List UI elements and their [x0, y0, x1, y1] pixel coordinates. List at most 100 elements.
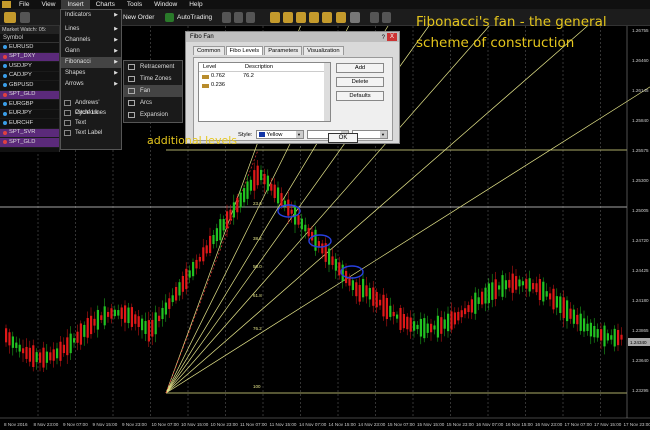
- menu-charts[interactable]: Charts: [90, 0, 121, 9]
- menu-help[interactable]: Help: [183, 0, 208, 9]
- highlight-circles: [277, 204, 364, 279]
- menu-item-fibonacci[interactable]: Fibonacci ▶: [61, 57, 121, 68]
- table-row[interactable]: 0.762 76.2: [199, 72, 330, 81]
- table-row[interactable]: 0.236: [199, 81, 330, 90]
- menu-item-arcs[interactable]: Arcs: [124, 97, 182, 109]
- candle-body: [487, 283, 490, 304]
- candle-body: [419, 318, 422, 337]
- new-order-button[interactable]: New Order: [123, 12, 154, 23]
- time-tick-label: 10 Nov 15:00: [181, 422, 209, 427]
- menu-insert[interactable]: Insert: [61, 0, 90, 9]
- candle-body: [202, 247, 205, 262]
- candle-chart-icon[interactable]: [234, 12, 243, 23]
- menu-item-andrews-pitchfork[interactable]: Andrews' Pitchfork: [61, 98, 121, 116]
- level-marker-icon: [202, 74, 209, 79]
- menu-item-expansion[interactable]: Expansion: [124, 109, 182, 121]
- help-button[interactable]: ?: [382, 33, 385, 43]
- candle-body: [402, 314, 405, 329]
- candle-body: [358, 285, 361, 302]
- candle-body: [117, 310, 120, 316]
- chevron-right-icon: ▶: [114, 70, 118, 76]
- menu-item-cycle-lines[interactable]: Cycle Lines: [61, 108, 121, 118]
- candle-body: [277, 187, 280, 204]
- price-tick-label: 1.24720: [632, 238, 649, 243]
- text-label-icon: [64, 130, 71, 136]
- candle-body: [579, 313, 582, 331]
- candle-body: [328, 248, 331, 265]
- defaults-button[interactable]: Defaults: [336, 91, 384, 101]
- menu-item-text[interactable]: Text: [61, 118, 121, 128]
- candle-body: [365, 285, 368, 297]
- menu-item-indicators[interactable]: Indicators ▶: [61, 10, 121, 21]
- candle-body: [32, 345, 35, 368]
- menu-item-shapes[interactable]: Shapes ▶: [61, 68, 121, 79]
- menu-file[interactable]: File: [13, 0, 35, 9]
- tab-fibo-levels[interactable]: Fibo Levels: [225, 46, 264, 55]
- menu-item-fan[interactable]: Fan: [124, 85, 182, 97]
- menu-view[interactable]: View: [35, 0, 61, 9]
- candle-body: [538, 279, 541, 301]
- bar-chart-icon[interactable]: [222, 12, 231, 23]
- color-select[interactable]: Yellow ▼: [255, 130, 304, 139]
- profiles-icon[interactable]: [20, 12, 30, 23]
- delete-button[interactable]: Delete: [336, 77, 384, 87]
- time-tick-label: 16 Nov 15:00: [506, 422, 534, 427]
- level-marker-icon: [202, 83, 209, 88]
- candle-body: [569, 308, 572, 319]
- line-chart-icon[interactable]: [246, 12, 255, 23]
- dialog-body: Level Description 0.762 76.2 0.236 Add D…: [193, 57, 393, 141]
- candle-body: [494, 279, 497, 300]
- menu-window[interactable]: Window: [148, 0, 183, 9]
- candle-body: [185, 268, 188, 290]
- candle-body: [355, 282, 358, 297]
- tile-icon[interactable]: [296, 12, 306, 23]
- levels-table[interactable]: Level Description 0.762 76.2 0.236: [198, 62, 331, 122]
- cycle-lines-icon: [64, 110, 71, 116]
- tab-common[interactable]: Common: [193, 46, 225, 55]
- candle-body: [290, 209, 293, 214]
- close-button[interactable]: X: [387, 33, 397, 41]
- candle-body: [56, 348, 59, 359]
- tab-visualization[interactable]: Visualization: [303, 46, 344, 55]
- crosshair-icon[interactable]: [382, 12, 391, 23]
- symbol-label: EURCHF: [9, 119, 34, 126]
- symbol-label: EURJPY: [9, 110, 32, 116]
- symbol-icon: [3, 130, 7, 135]
- candle-body: [396, 314, 399, 319]
- zoom-out-icon[interactable]: [283, 12, 293, 23]
- zoom-in-icon[interactable]: [270, 12, 280, 23]
- candle-body: [8, 332, 11, 346]
- cursor-icon[interactable]: [370, 12, 379, 23]
- new-chart-icon[interactable]: [4, 12, 16, 23]
- dialog-title-bar: Fibo Fan ? X: [186, 32, 399, 42]
- menu-item-text-label[interactable]: Text Label: [61, 128, 121, 138]
- menu-item-time-zones[interactable]: Time Zones: [124, 73, 182, 85]
- ok-button[interactable]: OK: [328, 133, 358, 143]
- tab-parameters[interactable]: Parameters: [264, 46, 303, 55]
- symbol-row[interactable]: SPT_GLD: [0, 138, 59, 148]
- autotrading-button[interactable]: AutoTrading: [165, 12, 212, 23]
- templates-icon[interactable]: [350, 12, 360, 23]
- add-button[interactable]: Add: [336, 63, 384, 73]
- table-scrollbar[interactable]: [324, 63, 330, 121]
- menu-item-channels[interactable]: Channels ▶: [61, 35, 121, 46]
- candle-body: [416, 324, 419, 330]
- indicators-icon[interactable]: [336, 12, 346, 23]
- candle-body: [545, 291, 548, 297]
- retracement-icon: [128, 64, 135, 70]
- scroll-icon[interactable]: [309, 12, 319, 23]
- fan-level-label: 61.8: [253, 293, 262, 298]
- menu-item-arrows[interactable]: Arrows ▶: [61, 79, 121, 90]
- price-tick-label: 1.24180: [632, 298, 649, 303]
- column-description: Description: [245, 64, 273, 70]
- menu-item-lines[interactable]: Lines ▶: [61, 24, 121, 35]
- candle-body: [164, 302, 167, 315]
- candle-body: [423, 318, 426, 339]
- shift-icon[interactable]: [322, 12, 332, 23]
- menu-item-gann[interactable]: Gann ▶: [61, 46, 121, 57]
- price-axis: 1.267551.264601.261451.258401.255751.253…: [628, 28, 650, 393]
- menu-tools[interactable]: Tools: [121, 0, 148, 9]
- menu-item-retracement[interactable]: Retracement: [124, 61, 182, 73]
- candle-body: [86, 318, 89, 338]
- candle-body: [413, 321, 416, 331]
